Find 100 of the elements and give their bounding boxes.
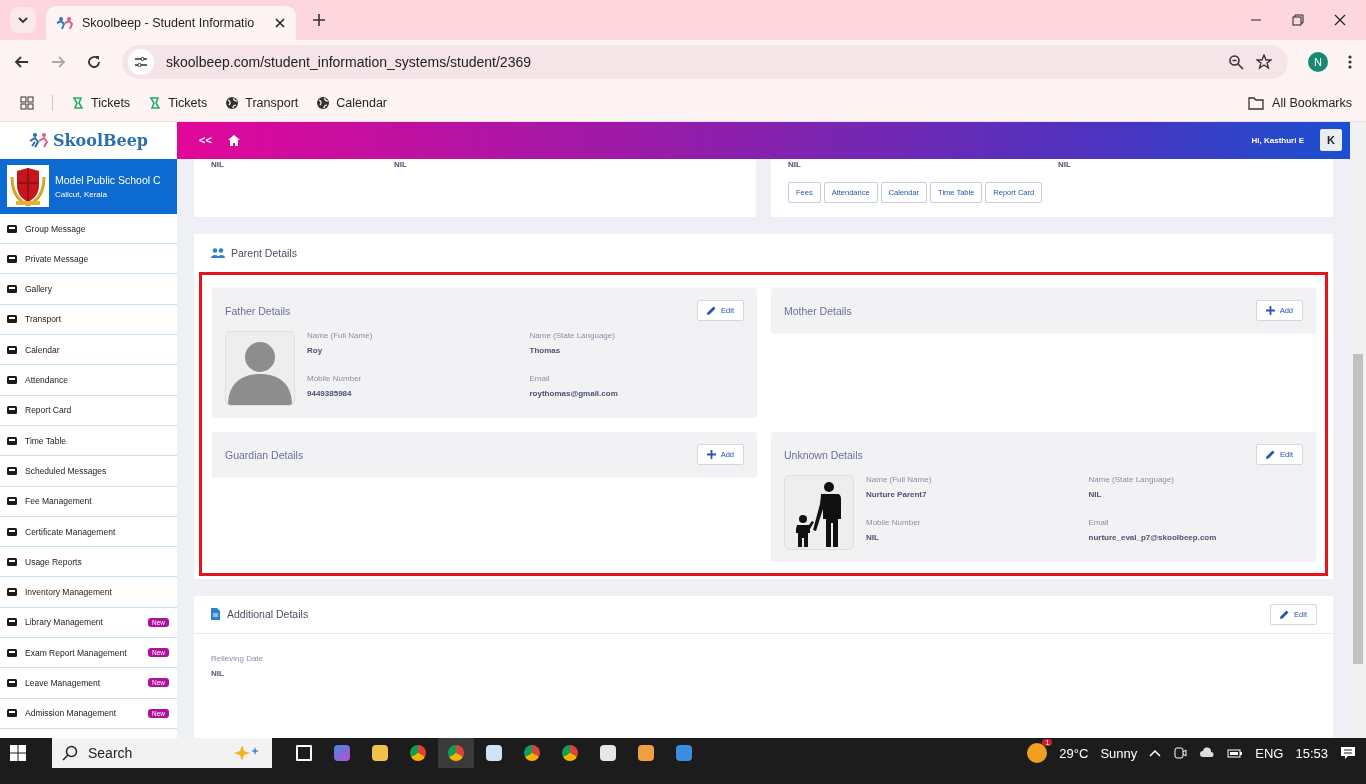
weather-text: Sunny	[1100, 745, 1138, 761]
field-value: NIL	[393, 159, 407, 169]
menu-item-icon	[6, 677, 18, 689]
field-label: Name (State Language)	[1088, 474, 1175, 484]
sidebar-item[interactable]: Calendar	[0, 335, 177, 366]
zoom-icon[interactable]	[1228, 54, 1244, 71]
sidebar-item[interactable]: Gallery	[0, 274, 177, 305]
search-field[interactable]: Search	[52, 738, 272, 768]
address-bar[interactable]: skoolbeep.com/student_information_systems/student/2369	[122, 45, 1288, 80]
battery-icon[interactable]	[1227, 747, 1244, 759]
folder-icon	[1248, 95, 1265, 110]
sidebar-item[interactable]: Scheduled Messages	[0, 456, 177, 487]
bookmark[interactable]: Calendar	[316, 95, 387, 110]
home-icon[interactable]	[227, 134, 240, 146]
user-greeting: Hi, Kasthuri E	[1251, 135, 1304, 145]
sidebar-item[interactable]: Attendance	[0, 365, 177, 396]
windows-icon[interactable]	[10, 745, 26, 761]
field-label: Email	[529, 374, 551, 384]
field-value: NIL	[211, 668, 225, 678]
notification-icon[interactable]	[1340, 746, 1356, 760]
field-value: Roy	[307, 345, 324, 355]
chevron-down-icon	[17, 14, 29, 26]
section-title: Parent Details	[231, 246, 297, 259]
cloud-icon[interactable]	[1199, 746, 1216, 760]
field-value: Nurture Parent7	[866, 489, 928, 499]
menu-icon[interactable]	[1348, 54, 1352, 71]
user-avatar[interactable]: K	[1320, 129, 1342, 152]
camera-icon[interactable]	[1173, 746, 1188, 760]
card-title: Unknown Details	[784, 448, 863, 461]
school-name: Model Public School C	[55, 173, 161, 186]
new-tab-icon[interactable]	[312, 13, 326, 27]
card-title: Father Details	[225, 304, 291, 317]
menu-item-icon	[6, 374, 18, 386]
menu-item-icon	[6, 313, 18, 326]
field-value: NIL	[866, 533, 880, 543]
sidebar-item[interactable]: Time Table	[0, 425, 177, 457]
close-icon[interactable]	[1334, 14, 1346, 26]
field-label: Mobile Number	[307, 374, 363, 384]
menu-item-icon	[6, 464, 18, 477]
menu-item-icon	[6, 616, 18, 629]
restore-icon[interactable]	[1292, 14, 1304, 26]
menu-item-icon	[6, 283, 18, 296]
pencil-icon	[707, 306, 717, 316]
bookmark[interactable]: Transport	[225, 95, 299, 110]
field-value: NIL	[1058, 159, 1072, 169]
sidebar-item[interactable]: Report Card	[0, 395, 177, 426]
field-label: Name (Full Name)	[307, 330, 374, 340]
field-value: nurture_eval_p7@skoolbeep.com	[1088, 533, 1218, 543]
browser-tab[interactable]: Skoolbeep - Student Informatio	[46, 6, 296, 40]
star-icon[interactable]	[1256, 54, 1272, 71]
menu-item-icon	[6, 434, 18, 447]
clock[interactable]: 15:53	[1295, 745, 1328, 761]
tab-list-button[interactable]	[10, 7, 36, 33]
logo-icon	[28, 132, 51, 149]
sidebar-item[interactable]: Group Message	[0, 213, 177, 245]
temperature: 29°C	[1059, 745, 1089, 761]
plus-icon	[1265, 306, 1275, 316]
globe-icon	[225, 95, 240, 110]
scrollbar-thumb[interactable]	[1353, 353, 1363, 664]
reload-icon[interactable]	[86, 54, 102, 71]
all-bookmarks[interactable]: All Bookmarks	[1248, 95, 1352, 110]
taskbar-app-icon[interactable]	[438, 738, 474, 768]
collapse-button[interactable]: <<	[199, 134, 212, 147]
close-icon[interactable]	[274, 17, 286, 29]
profile-avatar[interactable]: N	[1308, 52, 1328, 73]
field-value: Thomas	[529, 345, 562, 355]
search-icon	[62, 745, 78, 761]
section-title: Additional Details	[227, 608, 309, 621]
tab-title: Skoolbeep - Student Informatio	[82, 16, 256, 30]
document-icon	[211, 608, 220, 621]
menu-item-icon	[6, 646, 18, 659]
bookmark[interactable]: Tickets	[148, 95, 208, 110]
field-label: Name (Full Name)	[866, 474, 933, 484]
menu-item-icon	[6, 555, 18, 568]
sidebar-item[interactable]: Fee Management	[0, 486, 177, 517]
menu-item-icon	[6, 343, 18, 356]
pencil-icon	[1280, 609, 1290, 619]
language-indicator[interactable]: ENG	[1255, 745, 1284, 761]
plus-icon	[706, 450, 716, 460]
sidebar-item[interactable]: Inventory Management	[0, 577, 177, 608]
sidebar-item[interactable]: Certificate Management	[0, 516, 177, 548]
sidebar-item[interactable]: Transport	[0, 304, 177, 336]
site-settings-icon[interactable]	[128, 49, 154, 76]
menu-item-icon	[6, 252, 18, 265]
field-label: Mobile Number	[866, 518, 922, 528]
field-value: NIL	[1088, 489, 1103, 499]
apps-icon[interactable]	[20, 95, 34, 110]
menu-item-icon	[6, 525, 18, 538]
bookmark[interactable]: Tickets	[71, 95, 131, 110]
logo-icon	[56, 15, 74, 31]
sidebar-item[interactable]: Private Message	[0, 244, 177, 275]
menu-item-icon	[6, 404, 18, 417]
school-location: Calicut, Kerala	[55, 189, 109, 199]
field-value: 9449385984	[307, 389, 353, 399]
crest-icon	[7, 165, 49, 208]
skoolbeep-logo: SkoolBeep	[0, 121, 177, 159]
chevron-up-icon[interactable]	[1149, 749, 1162, 757]
field-value: NIL	[788, 159, 802, 169]
sidebar-item[interactable]: Usage Reports	[0, 547, 177, 578]
menu-item-icon	[6, 707, 18, 720]
